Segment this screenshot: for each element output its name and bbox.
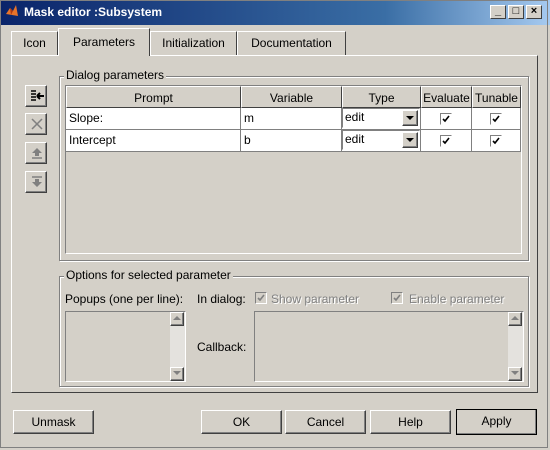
delete-parameter-icon (31, 118, 43, 130)
row-2-type-value: edit (345, 132, 365, 146)
unmask-button[interactable]: Unmask (13, 410, 94, 434)
tab-documentation[interactable]: Documentation (237, 31, 346, 55)
ok-button[interactable]: OK (201, 410, 282, 434)
row-2-variable-cell[interactable]: b (241, 130, 342, 152)
help-button[interactable]: Help (370, 410, 451, 434)
maximize-icon: □ (512, 5, 520, 17)
apply-label: Apply (481, 414, 512, 428)
tab-label: Initialization (162, 36, 225, 50)
show-parameter-checkbox[interactable] (255, 292, 267, 304)
matlab-logo-icon (5, 4, 19, 18)
close-icon: × (530, 5, 538, 17)
row-1-type-select[interactable]: edit (342, 108, 420, 128)
checkmark-icon (393, 294, 401, 302)
checkmark-icon (442, 115, 450, 123)
add-parameter-button[interactable] (25, 85, 47, 107)
row-2-type-select[interactable]: edit (342, 130, 420, 150)
scroll-down-button[interactable] (170, 367, 184, 381)
show-parameter-label: Show parameter (271, 292, 360, 306)
row-1-tunable-cell (472, 108, 521, 130)
scroll-up-button[interactable] (170, 312, 184, 326)
row-1-evaluate-cell (421, 108, 472, 130)
maximize-button[interactable]: □ (508, 5, 524, 19)
enable-parameter-checkbox[interactable] (391, 292, 403, 304)
callback-textarea[interactable] (254, 311, 524, 382)
minimize-button[interactable]: _ (490, 5, 506, 19)
tab-label: Icon (23, 36, 46, 50)
row-1-evaluate-checkbox[interactable] (440, 113, 452, 125)
dropdown-button[interactable] (402, 110, 418, 126)
scroll-down-button[interactable] (508, 367, 522, 381)
tab-icon[interactable]: Icon (11, 31, 58, 55)
row-1-type-value: edit (345, 110, 365, 124)
column-header-prompt[interactable]: Prompt (66, 86, 241, 108)
checkmark-icon (257, 294, 265, 302)
checkmark-icon (492, 137, 500, 145)
dropdown-button[interactable] (402, 132, 418, 148)
column-header-tunable[interactable]: Tunable (472, 86, 521, 108)
row-1-tunable-checkbox[interactable] (490, 113, 502, 125)
add-parameter-icon (31, 90, 44, 101)
move-up-button[interactable] (25, 142, 47, 164)
ok-label: OK (232, 415, 251, 429)
row-2-prompt-cell[interactable]: Intercept (66, 130, 241, 152)
delete-parameter-button[interactable] (25, 113, 47, 135)
popups-textarea[interactable] (65, 311, 186, 382)
parameter-table: Prompt Variable Type Evaluate Tunable Sl… (65, 85, 522, 254)
move-down-button[interactable] (25, 171, 47, 193)
callback-label: Callback: (197, 340, 247, 354)
checkmark-icon (492, 115, 500, 123)
callback-scrollbar[interactable] (508, 312, 523, 381)
row-2-type-cell: edit (342, 130, 421, 152)
tab-label: Parameters (72, 35, 136, 49)
scroll-up-icon (173, 316, 181, 320)
enable-parameter-label: Enable parameter (409, 292, 505, 306)
window-title: Mask editor :Subsystem (24, 5, 163, 19)
column-header-evaluate[interactable]: Evaluate (421, 86, 472, 108)
help-label: Help (398, 415, 423, 429)
row-1-type-cell: edit (342, 108, 421, 130)
scroll-up-icon (511, 316, 519, 320)
popups-scrollbar[interactable] (170, 312, 185, 381)
scroll-up-button[interactable] (508, 312, 522, 326)
tab-initialization[interactable]: Initialization (150, 31, 237, 55)
scroll-down-icon (511, 371, 519, 375)
tab-label: Documentation (251, 36, 332, 50)
scroll-down-icon (173, 371, 181, 375)
row-1-prompt-cell[interactable]: Slope: (66, 108, 241, 130)
row-2-tunable-cell (472, 130, 521, 152)
chevron-down-icon (406, 138, 414, 142)
in-dialog-label: In dialog: (197, 292, 246, 306)
cancel-button[interactable]: Cancel (285, 410, 366, 434)
column-header-variable[interactable]: Variable (241, 86, 342, 108)
row-2-tunable-checkbox[interactable] (490, 135, 502, 147)
unmask-label: Unmask (31, 415, 76, 429)
column-header-type[interactable]: Type (342, 86, 421, 108)
row-1-variable-cell[interactable]: m (241, 108, 342, 130)
checkmark-icon (442, 137, 450, 145)
popups-label: Popups (one per line): (65, 292, 184, 306)
options-group-label: Options for selected parameter (64, 268, 233, 282)
tab-parameters[interactable]: Parameters (58, 28, 150, 56)
move-down-icon (32, 176, 42, 187)
close-button[interactable]: × (526, 5, 542, 19)
minimize-icon: _ (494, 5, 502, 17)
apply-button[interactable]: Apply (456, 409, 537, 435)
cancel-label: Cancel (306, 415, 345, 429)
row-2-evaluate-cell (421, 130, 472, 152)
title-bar: Mask editor :Subsystem _ □ × (0, 0, 550, 25)
move-up-icon (32, 148, 42, 159)
dialog-parameters-label: Dialog parameters (64, 68, 167, 82)
chevron-down-icon (406, 116, 414, 120)
row-2-evaluate-checkbox[interactable] (440, 135, 452, 147)
